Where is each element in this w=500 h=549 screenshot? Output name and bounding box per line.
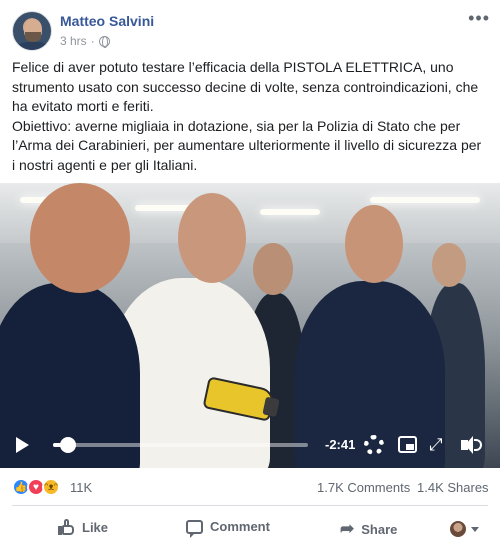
reaction-icons[interactable]: 👍 ♥ ᵔᴥᵔ: [12, 478, 60, 496]
play-icon[interactable]: [16, 437, 29, 453]
post-time[interactable]: 3 hrs: [60, 34, 87, 48]
comment-bubble-icon: [186, 519, 203, 538]
post-meta: 3 hrs ·: [60, 34, 110, 48]
post-text-line: Obiettivo: averne migliaia in dotazione,…: [12, 117, 461, 134]
like-label: Like: [82, 520, 109, 535]
more-options-icon[interactable]: •••: [468, 8, 490, 29]
time-remaining: -2:41: [325, 437, 356, 452]
author-avatar[interactable]: [12, 11, 52, 51]
ceiling-light: [370, 197, 480, 203]
post-text-line: ha evitato morti e feriti.: [12, 98, 154, 114]
comment-label: Comment: [210, 519, 270, 534]
actions-divider: [12, 505, 488, 506]
post-text-line: Felice di aver potuto testare l’efficaci…: [12, 59, 454, 75]
post-text-line: l’Arma dei Carabinieri, per aumentare ul…: [12, 137, 482, 153]
chevron-down-icon: [471, 526, 479, 532]
volume-cone: [465, 436, 473, 454]
share-button[interactable]: ➦ Share: [340, 519, 397, 539]
background-person-head: [253, 243, 293, 295]
reactions-bar: 👍 ♥ ᵔᴥᵔ 11K 1.7K Comments 1.4K Shares: [0, 470, 500, 504]
globe-icon[interactable]: [98, 35, 110, 48]
meta-separator: ·: [90, 34, 95, 48]
share-arrow-icon: ➦: [340, 519, 355, 538]
viewer-avatar: [450, 521, 466, 537]
picture-in-picture-icon[interactable]: [398, 436, 417, 453]
thumbs-up-icon: [58, 519, 75, 536]
post-actions: Like Comment ➦ Share: [0, 507, 500, 549]
background-person-head: [432, 243, 466, 287]
comment-button[interactable]: Comment: [186, 519, 270, 538]
man-in-white-shirt-head: [178, 193, 246, 283]
shares-count[interactable]: 1.4K Shares: [417, 480, 489, 495]
expand-icon[interactable]: ⤢: [429, 435, 443, 455]
author-name[interactable]: Matteo Salvini: [60, 13, 154, 29]
post-text-line: strumento usato con successo decine di v…: [12, 78, 479, 95]
ceiling-light: [260, 209, 320, 215]
avatar-shirt: [17, 42, 49, 50]
haha-reaction-icon[interactable]: ᵔᴥᵔ: [42, 478, 60, 496]
post-header: Matteo Salvini 3 hrs · •••: [0, 0, 500, 56]
comments-count[interactable]: 1.7K Comments: [317, 480, 410, 495]
post-text: Felice di aver potuto testare l’efficaci…: [12, 58, 492, 175]
man-in-foreground-head: [30, 183, 130, 293]
post-as-selector[interactable]: [450, 521, 479, 537]
reaction-count[interactable]: 11K: [70, 480, 92, 495]
police-officer-head: [345, 205, 403, 283]
share-label: Share: [361, 521, 398, 537]
progress-scrubber[interactable]: [59, 437, 76, 453]
video-player[interactable]: [0, 183, 500, 468]
volume-wave: [474, 439, 482, 451]
progress-track[interactable]: [53, 443, 308, 447]
gear-icon[interactable]: [364, 435, 384, 455]
video-controls: -2:41 ⤢: [0, 428, 500, 462]
volume-icon[interactable]: [461, 436, 483, 454]
thumbs-up-tip: [64, 519, 69, 527]
avatar-beard: [25, 32, 41, 42]
like-button[interactable]: Like: [58, 519, 108, 536]
post-text-line: i nostri agenti e per gli Italiani.: [12, 156, 198, 173]
